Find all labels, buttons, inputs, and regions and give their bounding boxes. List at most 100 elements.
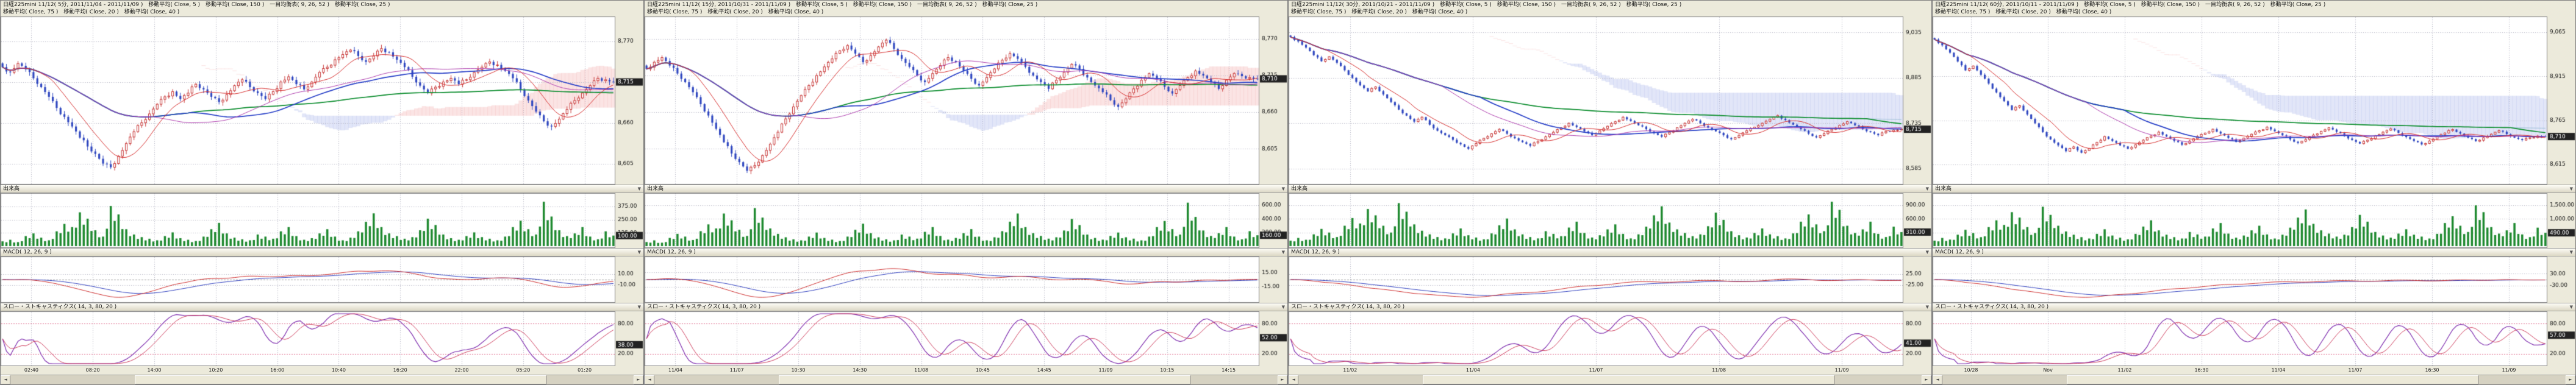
chevron-down-icon[interactable]: ▼ bbox=[1926, 303, 1929, 311]
time-label: 14:30 bbox=[853, 367, 867, 373]
chart-legend-line2: 移動平均( Close, 75 ) 移動平均( Close, 20 ) 移動平均… bbox=[3, 9, 641, 16]
horizontal-scrollbar[interactable]: ◄ ► bbox=[1, 375, 643, 384]
time-label: 10:45 bbox=[976, 367, 990, 373]
scroll-right-button[interactable]: ► bbox=[1922, 375, 1931, 384]
scroll-left-button[interactable]: ◄ bbox=[1289, 375, 1298, 384]
macd-section-label: MACD( 12, 26, 9 ) bbox=[647, 249, 696, 256]
volume-chart[interactable] bbox=[1, 193, 643, 248]
time-label: 11/07 bbox=[730, 367, 744, 373]
volume-section-label: 出来高 bbox=[1935, 185, 1952, 192]
time-label: 01:20 bbox=[578, 367, 592, 373]
chart-legend-line1: 日経225mini 11/12( 5分, 2011/11/04 - 2011/1… bbox=[3, 1, 641, 9]
macd-section-label: MACD( 12, 26, 9 ) bbox=[1291, 249, 1340, 256]
volume-section-header: 出来高 ▼ bbox=[1933, 185, 2575, 193]
time-label: 11/09 bbox=[1835, 367, 1849, 373]
chevron-down-icon[interactable]: ▼ bbox=[638, 303, 641, 311]
scrollbar-thumb[interactable] bbox=[135, 375, 546, 384]
chevron-down-icon[interactable]: ▼ bbox=[2570, 303, 2573, 311]
horizontal-scrollbar[interactable]: ◄ ► bbox=[1933, 375, 2575, 384]
scrollbar-track[interactable] bbox=[10, 375, 634, 384]
chevron-down-icon[interactable]: ▼ bbox=[1282, 303, 1285, 311]
chevron-down-icon[interactable]: ▼ bbox=[638, 185, 641, 192]
scrollbar-thumb[interactable] bbox=[2067, 375, 2478, 384]
stoch-section-label: スロー・ストキャスティクス( 14, 3, 80, 20 ) bbox=[1291, 303, 1404, 311]
time-label: 11/07 bbox=[2348, 367, 2362, 373]
stoch-section-header: スロー・ストキャスティクス( 14, 3, 80, 20 ) ▼ bbox=[1933, 303, 2575, 311]
chevron-down-icon[interactable]: ▼ bbox=[638, 249, 641, 256]
chevron-down-icon[interactable]: ▼ bbox=[1282, 249, 1285, 256]
stoch-chart[interactable] bbox=[645, 311, 1287, 366]
macd-section-label: MACD( 12, 26, 9 ) bbox=[1935, 249, 1984, 256]
time-label: 10:20 bbox=[209, 367, 223, 373]
time-label: 16:30 bbox=[2194, 367, 2208, 373]
scroll-left-button[interactable]: ◄ bbox=[645, 375, 654, 384]
time-label: 11/09 bbox=[2502, 367, 2516, 373]
price-chart[interactable] bbox=[645, 16, 1287, 185]
chevron-down-icon[interactable]: ▼ bbox=[2570, 185, 2573, 192]
scroll-right-button[interactable]: ► bbox=[1278, 375, 1287, 384]
price-chart[interactable] bbox=[1, 16, 643, 185]
macd-chart[interactable] bbox=[1933, 256, 2575, 303]
horizontal-scrollbar[interactable]: ◄ ► bbox=[1289, 375, 1931, 384]
price-chart[interactable] bbox=[1289, 16, 1931, 185]
time-label: 10:15 bbox=[1160, 367, 1174, 373]
chevron-down-icon[interactable]: ▼ bbox=[1926, 185, 1929, 192]
stoch-section-header: スロー・ストキャスティクス( 14, 3, 80, 20 ) ▼ bbox=[1, 303, 643, 311]
time-label: 11/04 bbox=[668, 367, 682, 373]
volume-section-label: 出来高 bbox=[1291, 185, 1308, 192]
scrollbar-thumb[interactable] bbox=[1423, 375, 1834, 384]
time-label: 10:40 bbox=[332, 367, 346, 373]
horizontal-scrollbar[interactable]: ◄ ► bbox=[645, 375, 1287, 384]
macd-chart[interactable] bbox=[645, 256, 1287, 303]
stoch-section-label: スロー・ストキャスティクス( 14, 3, 80, 20 ) bbox=[647, 303, 760, 311]
time-label: 14:00 bbox=[147, 367, 161, 373]
scrollbar-thumb[interactable] bbox=[779, 375, 1190, 384]
time-label: 14:15 bbox=[1222, 367, 1236, 373]
scroll-left-button[interactable]: ◄ bbox=[1, 375, 10, 384]
macd-section-header: MACD( 12, 26, 9 ) ▼ bbox=[1, 248, 643, 256]
volume-section-label: 出来高 bbox=[647, 185, 664, 192]
stoch-chart[interactable] bbox=[1289, 311, 1931, 366]
time-axis: 10/28Nov11/0216:3011/0411/0716:3011/09 bbox=[1933, 366, 2575, 375]
macd-chart[interactable] bbox=[1289, 256, 1931, 303]
chevron-down-icon[interactable]: ▼ bbox=[1926, 249, 1929, 256]
volume-chart[interactable] bbox=[1289, 193, 1931, 248]
scrollbar-track[interactable] bbox=[1298, 375, 1922, 384]
indicator-legend: 日経225mini 11/12( 30分, 2011/10/21 - 2011/… bbox=[1289, 1, 1931, 16]
indicator-legend: 日経225mini 11/12( 60分, 2011/10/11 - 2011/… bbox=[1933, 1, 2575, 16]
stoch-section-header: スロー・ストキャスティクス( 14, 3, 80, 20 ) ▼ bbox=[1289, 303, 1931, 311]
time-label: 11/09 bbox=[1098, 367, 1112, 373]
chart-panel: 日経225mini 11/12( 60分, 2011/10/11 - 2011/… bbox=[1932, 0, 2576, 385]
volume-chart[interactable] bbox=[1933, 193, 2575, 248]
macd-chart[interactable] bbox=[1, 256, 643, 303]
chart-panel: 日経225mini 11/12( 5分, 2011/11/04 - 2011/1… bbox=[0, 0, 644, 385]
chart-legend-line1: 日経225mini 11/12( 15分, 2011/10/31 - 2011/… bbox=[647, 1, 1285, 9]
time-label: 10/28 bbox=[1964, 367, 1978, 373]
scrollbar-track[interactable] bbox=[654, 375, 1278, 384]
time-label: 11/08 bbox=[914, 367, 928, 373]
chevron-down-icon[interactable]: ▼ bbox=[2570, 249, 2573, 256]
chart-legend-line2: 移動平均( Close, 75 ) 移動平均( Close, 20 ) 移動平均… bbox=[1291, 9, 1929, 16]
time-label: 16:20 bbox=[393, 367, 407, 373]
price-chart[interactable] bbox=[1933, 16, 2575, 185]
stoch-chart[interactable] bbox=[1933, 311, 2575, 366]
macd-section-header: MACD( 12, 26, 9 ) ▼ bbox=[1289, 248, 1931, 256]
time-label: 11/02 bbox=[1343, 367, 1357, 373]
volume-chart[interactable] bbox=[645, 193, 1287, 248]
chevron-down-icon[interactable]: ▼ bbox=[1282, 185, 1285, 192]
scroll-right-button[interactable]: ► bbox=[2566, 375, 2575, 384]
time-label: 11/04 bbox=[2271, 367, 2285, 373]
volume-section-label: 出来高 bbox=[3, 185, 20, 192]
time-label: 10:30 bbox=[791, 367, 805, 373]
time-label: 11/07 bbox=[1589, 367, 1603, 373]
chart-panel: 日経225mini 11/12( 15分, 2011/10/31 - 2011/… bbox=[644, 0, 1288, 385]
chart-panel: 日経225mini 11/12( 30分, 2011/10/21 - 2011/… bbox=[1288, 0, 1932, 385]
time-label: 08:20 bbox=[86, 367, 100, 373]
scrollbar-track[interactable] bbox=[1942, 375, 2566, 384]
stoch-chart[interactable] bbox=[1, 311, 643, 366]
indicator-legend: 日経225mini 11/12( 5分, 2011/11/04 - 2011/1… bbox=[1, 1, 643, 16]
scroll-left-button[interactable]: ◄ bbox=[1933, 375, 1942, 384]
time-label: 11/02 bbox=[2117, 367, 2131, 373]
time-label: 11/04 bbox=[1466, 367, 1480, 373]
scroll-right-button[interactable]: ► bbox=[634, 375, 643, 384]
